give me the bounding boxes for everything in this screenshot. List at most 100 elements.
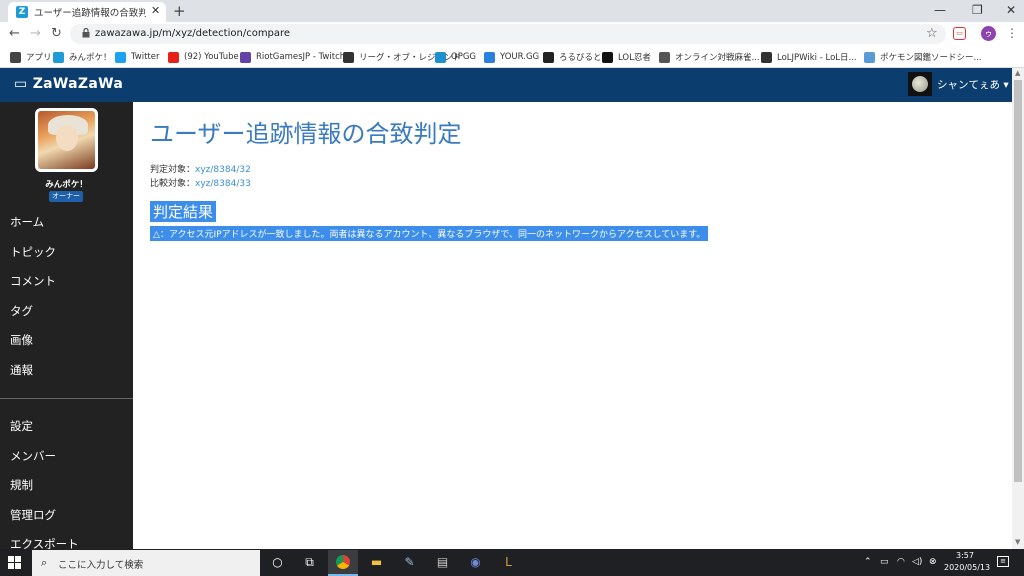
browser-tab-strip: Z ユーザー追跡情報の合致判定 @みん ✕ + — ❐ ✕ bbox=[0, 0, 1024, 22]
close-window-icon[interactable]: ✕ bbox=[1006, 3, 1016, 17]
mahjong-icon bbox=[659, 51, 670, 63]
sidebar-nav-item[interactable]: コメント bbox=[10, 273, 56, 289]
bookmark-item[interactable]: アプリ bbox=[10, 50, 52, 64]
page-title: ユーザー追跡情報の合致判定 bbox=[150, 120, 462, 148]
user-avatar[interactable] bbox=[908, 72, 932, 96]
bookmark-label: アプリ bbox=[26, 53, 52, 63]
compare-link[interactable]: xyz/8384/33 bbox=[195, 179, 251, 189]
sidebar-nav-item[interactable]: 画像 bbox=[10, 332, 33, 348]
bookmark-label: LoLJPWiki - LoL日... bbox=[777, 53, 857, 63]
user-menu-dropdown[interactable]: シャンてぇあ ▾ bbox=[937, 77, 1009, 92]
twitch-icon bbox=[240, 51, 251, 63]
league-client-icon[interactable]: L bbox=[500, 554, 517, 571]
sidebar-nav-item[interactable]: 規制 bbox=[10, 477, 33, 493]
community-avatar[interactable] bbox=[35, 108, 98, 172]
clock-date[interactable]: 2020/05/13 bbox=[944, 563, 990, 572]
sidebar-nav-item[interactable]: 設定 bbox=[10, 418, 33, 434]
owner-badge: オーナー bbox=[49, 191, 83, 202]
lock-icon bbox=[82, 28, 90, 38]
bookmarks-bar: アプリ みんポケ！ Twitter (92) YouTube RiotGamesJP -… bbox=[0, 46, 1024, 68]
forward-arrow-icon[interactable]: → bbox=[30, 26, 41, 41]
pokemon-icon bbox=[864, 51, 875, 63]
bookmark-label: ろるびると bbox=[559, 53, 602, 63]
search-icon: ⌕ bbox=[41, 556, 48, 569]
sidebar-nav-item[interactable]: タグ bbox=[10, 303, 33, 319]
sidebar-nav-item[interactable]: メンバー bbox=[10, 448, 56, 464]
bookmark-item[interactable]: ポケモン図鑑ソードシー... bbox=[864, 50, 982, 64]
file-explorer-icon[interactable]: ▬ bbox=[368, 554, 385, 571]
scroll-thumb[interactable] bbox=[1014, 80, 1022, 482]
discord-icon[interactable]: ◉ bbox=[467, 554, 484, 571]
main-content: ユーザー追跡情報の合致判定 判定対象：xyz/8384/32 比較対象：xyz/… bbox=[133, 102, 1012, 549]
bookmark-item[interactable]: YOUR.GG bbox=[484, 50, 539, 64]
back-arrow-icon[interactable]: ← bbox=[9, 26, 20, 41]
windows-start-icon[interactable] bbox=[8, 556, 22, 570]
reload-icon[interactable]: ↻ bbox=[51, 26, 62, 41]
minimize-icon[interactable]: — bbox=[934, 3, 946, 17]
taskbar-search-placeholder: ここに入力して検索 bbox=[58, 560, 144, 571]
bookmark-item[interactable]: ろるびると bbox=[543, 50, 602, 64]
bookmark-label: YOUR.GG bbox=[500, 52, 540, 62]
ninja-icon bbox=[602, 51, 613, 63]
tab-close-icon[interactable]: ✕ bbox=[151, 4, 160, 17]
bookmark-item[interactable]: みんポケ！ bbox=[53, 50, 112, 64]
scroll-down-icon[interactable]: ▼ bbox=[1015, 538, 1020, 546]
bookmark-item[interactable]: LOL忍者 bbox=[602, 50, 651, 64]
page-scrollbar[interactable]: ▲ ▼ bbox=[1012, 68, 1024, 549]
tray-app-icon[interactable]: ▭ bbox=[880, 557, 889, 567]
profile-avatar-icon[interactable]: ゥ bbox=[981, 26, 996, 41]
sidebar-nav-item[interactable]: エクスポート bbox=[10, 536, 79, 549]
cortana-icon[interactable]: ○ bbox=[269, 554, 286, 571]
notification-icon[interactable]: ≡ bbox=[997, 556, 1009, 567]
site-logo[interactable]: ▭ ZaWaZaWa bbox=[14, 76, 123, 92]
windows-taskbar: ⌕ ここに入力して検索 ○ ⧉ ▬ ✎ ▤ ◉ L ⌃ ▭ ◠ ◁) ⊗ bbox=[0, 549, 1024, 576]
extension-icon[interactable]: ▭ bbox=[953, 27, 966, 40]
bookmark-item[interactable]: OPGG bbox=[435, 50, 476, 64]
zawazawa-favicon-icon: Z bbox=[16, 6, 28, 18]
browser-tab-active[interactable]: Z ユーザー追跡情報の合致判定 @みん ✕ bbox=[8, 2, 166, 22]
bookmark-label: RiotGamesJP - Twitch bbox=[256, 52, 346, 62]
bookmark-item[interactable]: オンライン対戦麻雀... bbox=[659, 50, 760, 64]
task-view-icon[interactable]: ⧉ bbox=[301, 554, 318, 571]
bookmark-label: (92) YouTube bbox=[184, 52, 239, 62]
sidebar-divider bbox=[0, 398, 133, 399]
bookmark-item[interactable]: (92) YouTube bbox=[168, 50, 239, 64]
bookmark-item[interactable]: RiotGamesJP - Twitch bbox=[240, 50, 345, 64]
scroll-up-icon[interactable]: ▲ bbox=[1015, 69, 1020, 77]
new-tab-button[interactable]: + bbox=[173, 2, 186, 20]
bookmark-label: Twitter bbox=[131, 52, 160, 62]
community-name: みんポケ！ bbox=[45, 180, 88, 190]
sidebar-nav-item[interactable]: ホーム bbox=[10, 214, 44, 230]
bookmark-label: オンライン対戦麻雀... bbox=[675, 53, 760, 63]
youtube-icon bbox=[168, 51, 179, 63]
chrome-menu-icon[interactable]: ⋮ bbox=[1006, 26, 1018, 40]
network-icon[interactable]: ◠ bbox=[897, 557, 905, 567]
twitter-icon bbox=[115, 51, 126, 63]
site-header: ▭ ZaWaZaWa bbox=[0, 68, 1012, 102]
volume-icon[interactable]: ◁) bbox=[912, 557, 922, 567]
sidebar-nav-item[interactable]: 管理ログ bbox=[10, 507, 56, 523]
app-icon[interactable]: ✎ bbox=[401, 554, 418, 571]
bookmark-item[interactable]: Twitter bbox=[115, 50, 160, 64]
tray-status-icon[interactable]: ⊗ bbox=[929, 557, 937, 567]
maximize-icon[interactable]: ❐ bbox=[972, 3, 983, 17]
target-link[interactable]: xyz/8384/32 bbox=[195, 165, 251, 175]
yourgg-icon bbox=[484, 51, 495, 63]
zawazawa-icon bbox=[53, 51, 64, 63]
bookmark-label: OPGG bbox=[451, 52, 476, 62]
bookmark-item[interactable]: LoLJPWiki - LoL日... bbox=[761, 50, 857, 64]
sidebar-nav-item[interactable]: トピック bbox=[10, 244, 56, 260]
bookmark-label: みんポケ！ bbox=[69, 53, 112, 63]
tab-title: ユーザー追跡情報の合致判定 @みん bbox=[34, 8, 146, 19]
address-bar[interactable]: zawazawa.jp/m/xyz/detection/compare ☆ bbox=[70, 24, 946, 44]
computer-icon[interactable]: ▤ bbox=[434, 554, 451, 571]
bookmark-star-icon[interactable]: ☆ bbox=[926, 26, 938, 41]
apps-grid-icon bbox=[10, 51, 21, 63]
chrome-taskbar-icon[interactable] bbox=[328, 550, 358, 576]
compare-row: 比較対象：xyz/8384/33 bbox=[150, 176, 251, 189]
tray-chevron-icon[interactable]: ⌃ bbox=[864, 557, 872, 567]
bookmark-label: LOL忍者 bbox=[618, 53, 651, 63]
taskbar-search-box[interactable]: ⌕ ここに入力して検索 bbox=[32, 550, 260, 576]
clock-time[interactable]: 3:57 bbox=[956, 551, 974, 560]
sidebar-nav-item[interactable]: 通報 bbox=[10, 362, 33, 378]
